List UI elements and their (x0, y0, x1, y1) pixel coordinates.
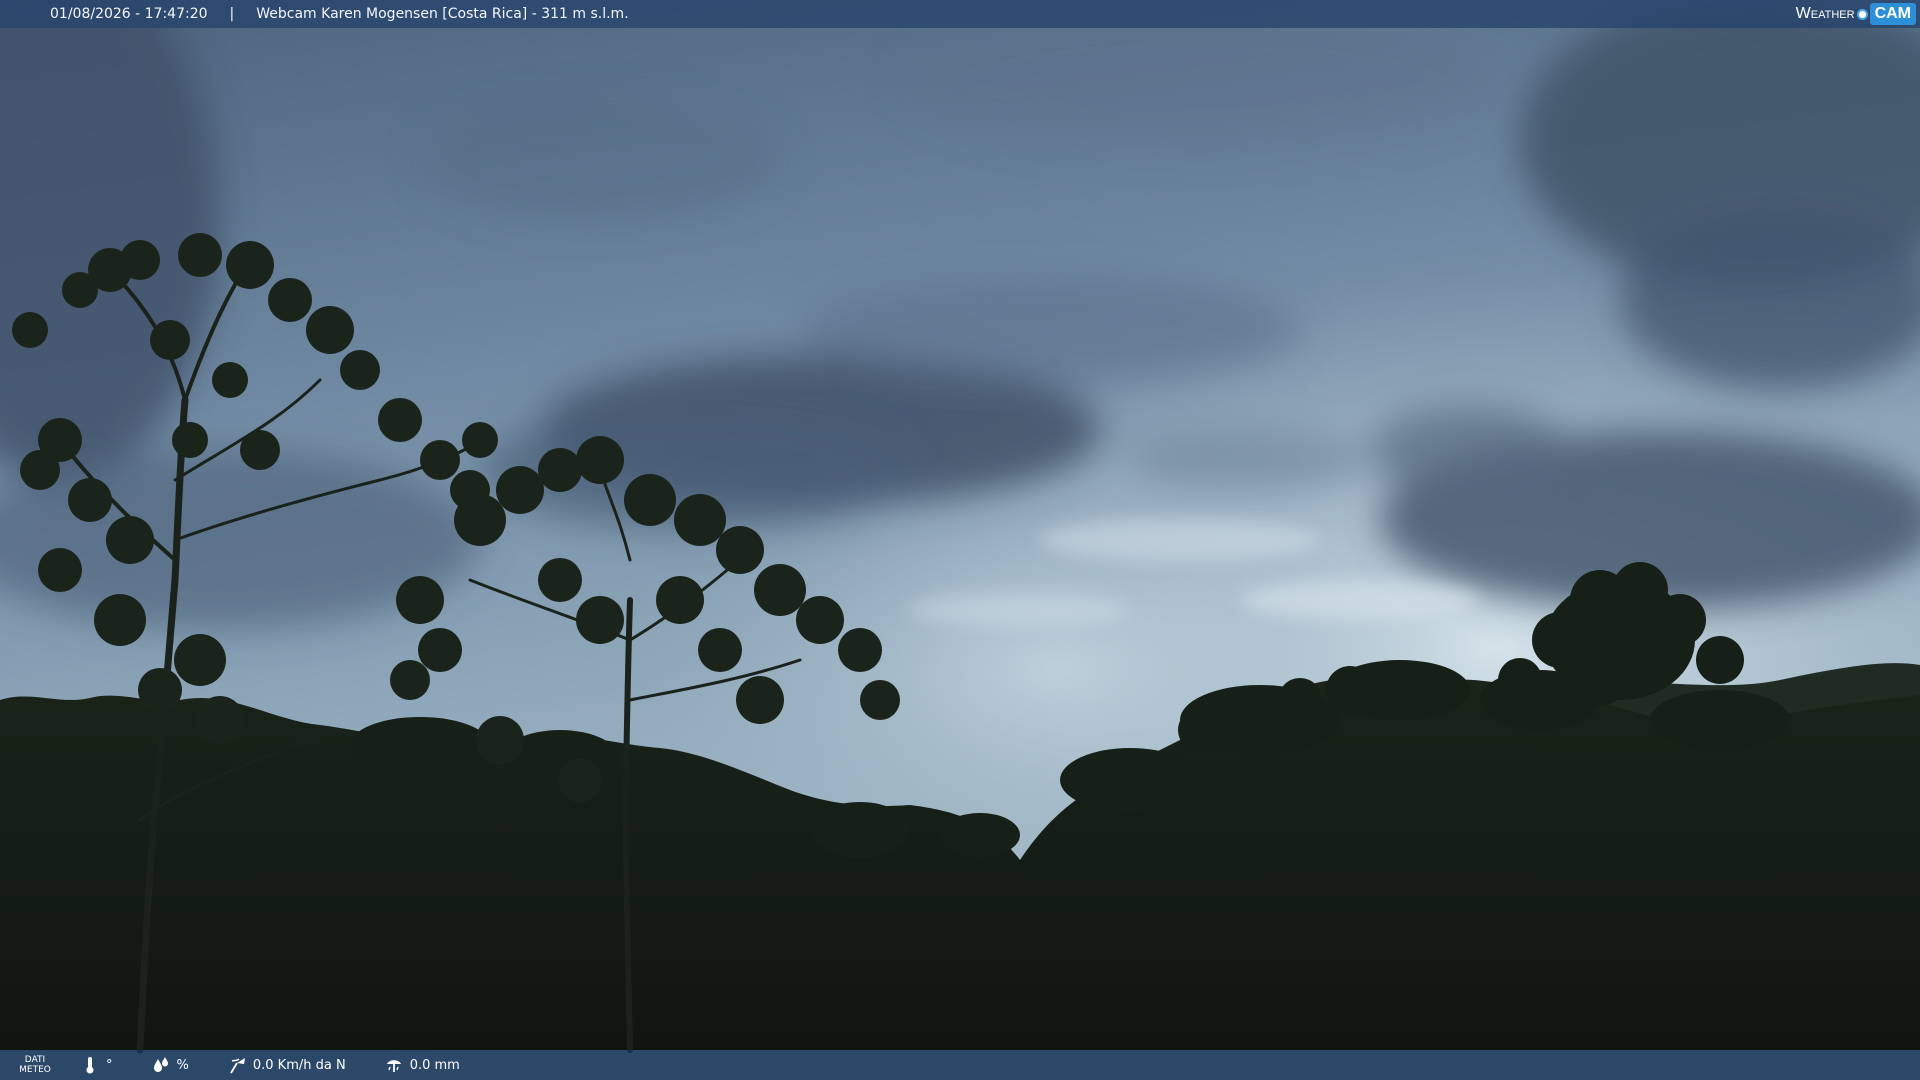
wind-value: 0.0 Km/h da N (252, 1057, 346, 1073)
wind-vane-icon (230, 1058, 245, 1074)
logo-cam: CAM (1869, 3, 1916, 25)
rain-metric: 0.0 mm (384, 1055, 460, 1075)
top-info-bar: 01/08/2026 - 17:47:20 | Webcam Karen Mog… (0, 0, 1920, 28)
logo-word: Weather (1795, 5, 1855, 22)
weather-data-bar: DATI METEO ° % 0.0 Km/h da N 0.0 mm (0, 1050, 1920, 1080)
temperature-metric: ° (80, 1055, 113, 1075)
humidity-value: % (176, 1057, 189, 1073)
humidity-metric: % (151, 1055, 189, 1075)
rain-gauge-icon (386, 1060, 401, 1072)
dati-line2: METEO (19, 1065, 51, 1075)
webcam-frame: 01/08/2026 - 17:47:20 | Webcam Karen Mog… (0, 0, 1920, 1080)
humidity-drops-icon (153, 1057, 168, 1072)
wind-metric: 0.0 Km/h da N (227, 1055, 346, 1075)
thermometer-icon (86, 1057, 94, 1074)
timestamp: 01/08/2026 - 17:47:20 (50, 6, 208, 22)
logo-lens-icon (1856, 8, 1868, 20)
webcam-image (0, 0, 1920, 1080)
weathercam-logo[interactable]: Weather CAM (1796, 0, 1916, 28)
temperature-value: ° (106, 1057, 113, 1073)
title-separator: | (229, 6, 235, 22)
rain-value: 0.0 mm (409, 1057, 460, 1073)
webcam-title: Webcam Karen Mogensen [Costa Rica] - 311… (256, 6, 629, 22)
dati-meteo-label: DATI METEO (0, 1055, 70, 1075)
dati-line1: DATI (24, 1055, 46, 1065)
